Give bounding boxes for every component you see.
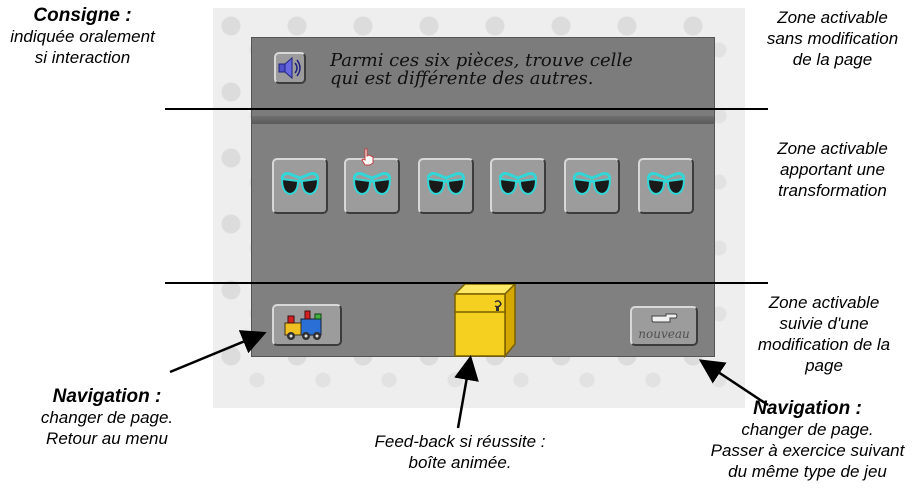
annotation-line: Zone activable xyxy=(777,8,888,27)
sunglasses-icon xyxy=(426,172,466,196)
annotation-line: changer de page. xyxy=(741,420,874,439)
piece-button[interactable] xyxy=(418,158,474,214)
speaker-button[interactable] xyxy=(274,52,306,84)
annotation-line: du même type de jeu xyxy=(728,462,887,481)
sunglasses-icon xyxy=(498,172,538,196)
feedback-box-icon xyxy=(453,282,517,359)
annotation-line: apportant une xyxy=(780,160,885,179)
speaker-icon xyxy=(278,56,301,80)
annotation-line: changer de page. xyxy=(40,408,174,427)
annotation-line: modification de la xyxy=(757,335,891,354)
piece-button[interactable] xyxy=(564,158,620,214)
nouveau-label: nouveau xyxy=(638,327,690,341)
annotation-consigne: Consigne : indiquée oralement si interac… xyxy=(0,5,165,68)
annotation-line: boîte animée. xyxy=(408,453,512,472)
annotation-line: Zone activable xyxy=(777,139,888,158)
piece-button[interactable] xyxy=(490,158,546,214)
game-panel: Parmi ces six pièces, trouve celle qui e… xyxy=(251,37,715,359)
annotation-navigation-menu: Navigation : changer de page. Retour au … xyxy=(12,386,202,449)
hand-cursor-icon xyxy=(361,148,374,166)
annotation-navigation-title: Navigation : xyxy=(52,386,162,407)
annotation-line: sans modification xyxy=(766,29,899,48)
zone-divider-top xyxy=(165,108,768,110)
sunglasses-icon xyxy=(572,172,612,196)
sunglasses-icon xyxy=(646,172,686,196)
annotation-navigation-title: Navigation : xyxy=(753,398,862,419)
annotation-zone-sans-modification: Zone activable sans modification de la p… xyxy=(745,7,920,70)
annotation-line: Feed-back si réussite : xyxy=(374,432,546,451)
annotation-line: Zone activable xyxy=(768,293,880,312)
annotation-zone-modification-page: Zone activable suivie d'une modification… xyxy=(728,292,920,376)
annotation-line: Passer à exercice suivant xyxy=(710,441,905,460)
separator-band xyxy=(252,116,714,124)
annotation-line: transformation xyxy=(778,181,887,200)
annotation-line: page xyxy=(805,356,843,375)
piece-button[interactable] xyxy=(638,158,694,214)
piece-button[interactable] xyxy=(344,158,400,214)
annotation-consigne-title: Consigne : xyxy=(33,5,132,26)
annotation-feedback: Feed-back si réussite : boîte animée. xyxy=(330,431,590,473)
annotation-zone-transformation: Zone activable apportant une transformat… xyxy=(745,138,920,201)
piece-button[interactable] xyxy=(272,158,328,214)
instruction-text: Parmi ces six pièces, trouve celle qui e… xyxy=(330,52,690,88)
instruction-line-2: qui est différente des autres. xyxy=(330,68,594,89)
sunglasses-icon xyxy=(352,172,392,196)
annotation-line: de la page xyxy=(792,50,873,69)
annotation-line: suivie d'une xyxy=(779,314,869,333)
annotation-navigation-suivant: Navigation : changer de page. Passer à e… xyxy=(695,398,920,482)
train-icon xyxy=(284,310,322,340)
zone-divider-bottom xyxy=(165,282,768,284)
menu-train-button[interactable] xyxy=(272,304,342,346)
annotation-line: indiquée oralement xyxy=(10,27,155,46)
annotation-line: si interaction xyxy=(34,48,131,67)
sunglasses-icon xyxy=(280,172,320,196)
annotation-line: Retour au menu xyxy=(46,429,168,448)
pointing-hand-icon xyxy=(651,313,678,323)
nouveau-button[interactable]: nouveau xyxy=(630,306,698,346)
